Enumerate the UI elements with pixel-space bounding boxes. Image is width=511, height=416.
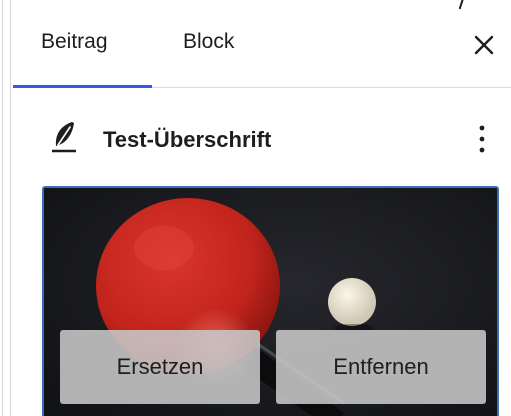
featured-image-preview[interactable]: Ersetzen Entfernen [42, 186, 499, 416]
remove-image-button[interactable]: Entfernen [276, 330, 486, 404]
close-button[interactable] [469, 30, 499, 60]
close-icon [474, 35, 494, 55]
sidebar-tabs: Beitrag Block [13, 0, 511, 88]
block-card: Test-Überschrift [13, 112, 511, 172]
block-title: Test-Überschrift [103, 127, 272, 152]
settings-sidebar: Beitrag Block Test-Überschrift Ersetzen … [0, 0, 511, 416]
active-tab-indicator [13, 85, 152, 88]
feather-icon [52, 122, 76, 153]
more-options-button[interactable] [467, 120, 497, 158]
replace-image-button[interactable]: Ersetzen [60, 330, 260, 404]
tab-post[interactable]: Beitrag [41, 27, 108, 57]
more-vertical-icon [479, 125, 485, 153]
tab-block[interactable]: Block [183, 27, 234, 57]
panel-divider [2, 0, 3, 416]
panel-border [10, 0, 11, 416]
